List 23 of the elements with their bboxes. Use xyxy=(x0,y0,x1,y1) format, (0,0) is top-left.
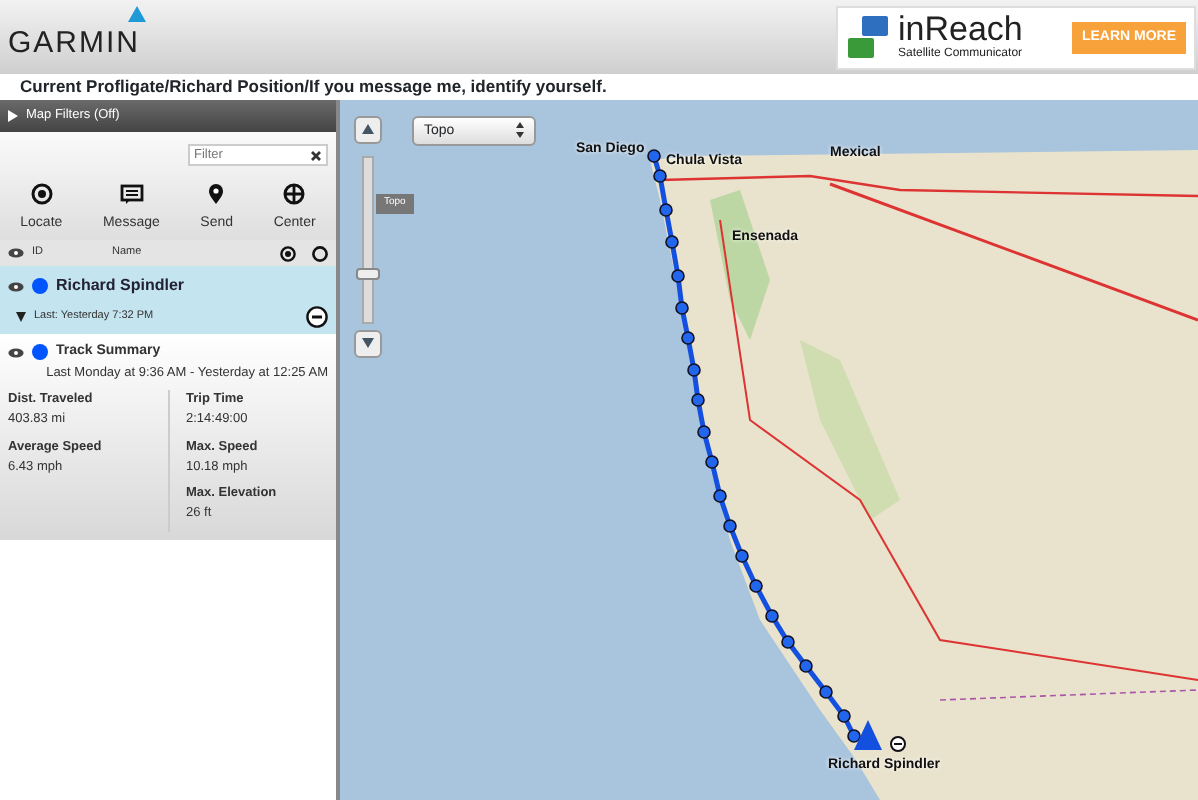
pin-icon xyxy=(204,182,229,206)
chat-bubbles-icon xyxy=(846,14,890,62)
zoom-slider[interactable] xyxy=(362,156,374,324)
target-icon[interactable] xyxy=(280,245,296,261)
zoom-in-button[interactable] xyxy=(354,116,382,144)
crosshair-icon xyxy=(282,182,307,206)
clear-icon[interactable] xyxy=(310,149,322,161)
collapse-arrow-icon[interactable] xyxy=(16,312,26,322)
message-icon xyxy=(119,182,144,206)
updown-arrow-icon xyxy=(516,122,524,138)
zoom-out-button[interactable] xyxy=(354,330,382,358)
ad-title: inReach xyxy=(898,13,1025,45)
eye-icon[interactable] xyxy=(8,281,24,291)
zoom-handle[interactable] xyxy=(356,268,380,281)
triangle-icon xyxy=(128,6,146,22)
circle-icon[interactable] xyxy=(312,245,328,261)
eye-icon[interactable] xyxy=(8,347,24,358)
target-icon xyxy=(29,182,54,206)
garmin-logo: GARMIN xyxy=(8,0,140,74)
remove-icon[interactable] xyxy=(306,306,328,328)
up-arrow-icon xyxy=(362,123,374,134)
eye-icon xyxy=(8,248,24,258)
down-arrow-icon xyxy=(362,337,374,348)
